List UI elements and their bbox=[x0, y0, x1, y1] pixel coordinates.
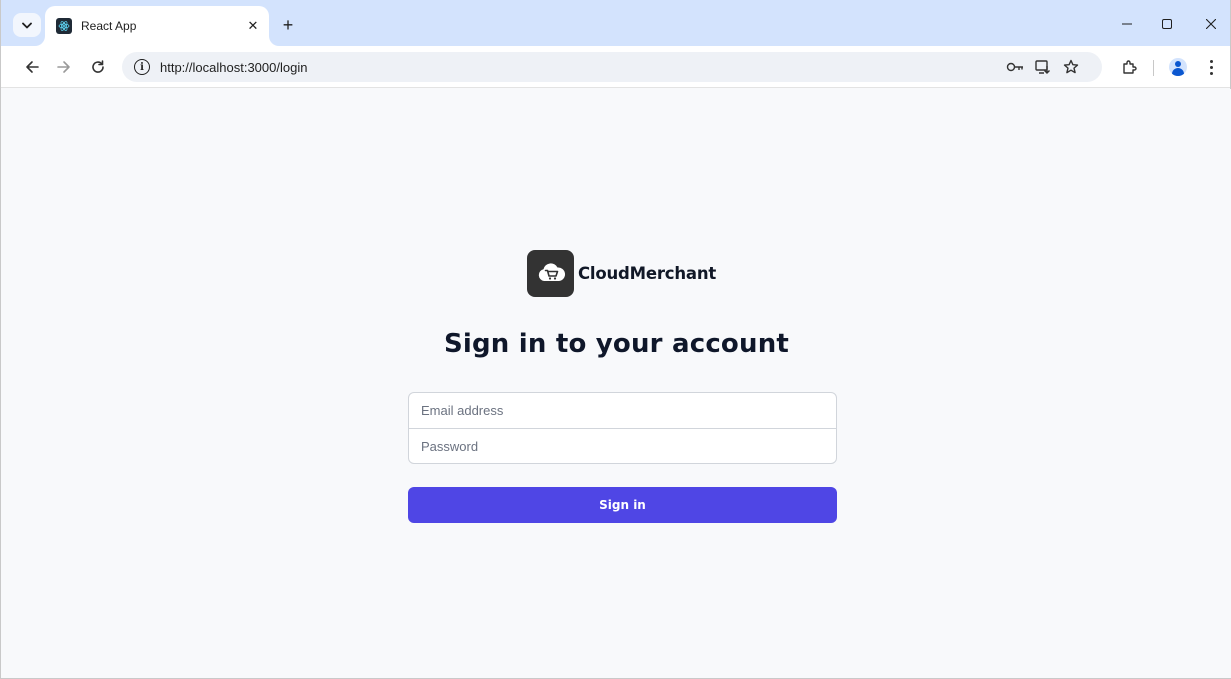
back-button[interactable] bbox=[19, 54, 45, 80]
cloud-cart-logo-icon bbox=[527, 249, 574, 297]
brand: CloudMerchant bbox=[527, 249, 716, 297]
close-icon bbox=[1206, 19, 1216, 29]
email-field[interactable] bbox=[409, 393, 836, 428]
minimize-icon bbox=[1122, 23, 1132, 25]
arrow-right-icon bbox=[57, 61, 70, 73]
tab-title: React App bbox=[81, 19, 137, 33]
install-app-icon[interactable] bbox=[1033, 58, 1053, 76]
sign-in-button[interactable]: Sign in bbox=[408, 487, 837, 523]
tab-search-button[interactable] bbox=[13, 13, 41, 37]
brand-name: CloudMerchant bbox=[578, 263, 717, 283]
bookmark-star-icon[interactable] bbox=[1061, 58, 1081, 76]
reload-button[interactable] bbox=[85, 54, 111, 80]
address-url[interactable]: http://localhost:3000/login bbox=[160, 60, 307, 75]
login-page: CloudMerchant Sign in to your account Si… bbox=[2, 89, 1231, 678]
maximize-icon bbox=[1162, 19, 1172, 29]
tab-strip: React App ✕ + bbox=[1, 0, 1230, 46]
maximize-button[interactable] bbox=[1147, 10, 1187, 38]
new-tab-button[interactable]: + bbox=[277, 14, 299, 36]
browser-tab-active[interactable]: React App ✕ bbox=[45, 6, 269, 46]
page-title: Sign in to your account bbox=[443, 329, 790, 359]
address-bar[interactable]: i http://localhost:3000/login bbox=[122, 52, 1102, 82]
reload-icon bbox=[92, 60, 104, 73]
chevron-down-icon bbox=[22, 22, 32, 28]
forward-button[interactable] bbox=[51, 54, 77, 80]
password-field[interactable] bbox=[409, 429, 836, 464]
browser-toolbar: i http://localhost:3000/login bbox=[1, 46, 1230, 88]
credentials-group bbox=[408, 392, 837, 464]
toolbar-divider bbox=[1153, 60, 1154, 76]
close-window-button[interactable] bbox=[1191, 10, 1231, 38]
profile-avatar-icon[interactable] bbox=[1169, 58, 1187, 76]
arrow-left-icon bbox=[26, 61, 39, 73]
react-icon bbox=[56, 18, 72, 34]
browser-window: React App ✕ + i http://localhost:3000/lo… bbox=[0, 0, 1231, 679]
site-info-icon[interactable]: i bbox=[134, 59, 150, 75]
extensions-icon[interactable] bbox=[1118, 57, 1140, 77]
password-key-icon[interactable] bbox=[1005, 58, 1025, 76]
minimize-button[interactable] bbox=[1107, 10, 1147, 38]
tab-close-icon[interactable]: ✕ bbox=[243, 16, 263, 36]
menu-kebab-icon[interactable] bbox=[1205, 57, 1217, 77]
